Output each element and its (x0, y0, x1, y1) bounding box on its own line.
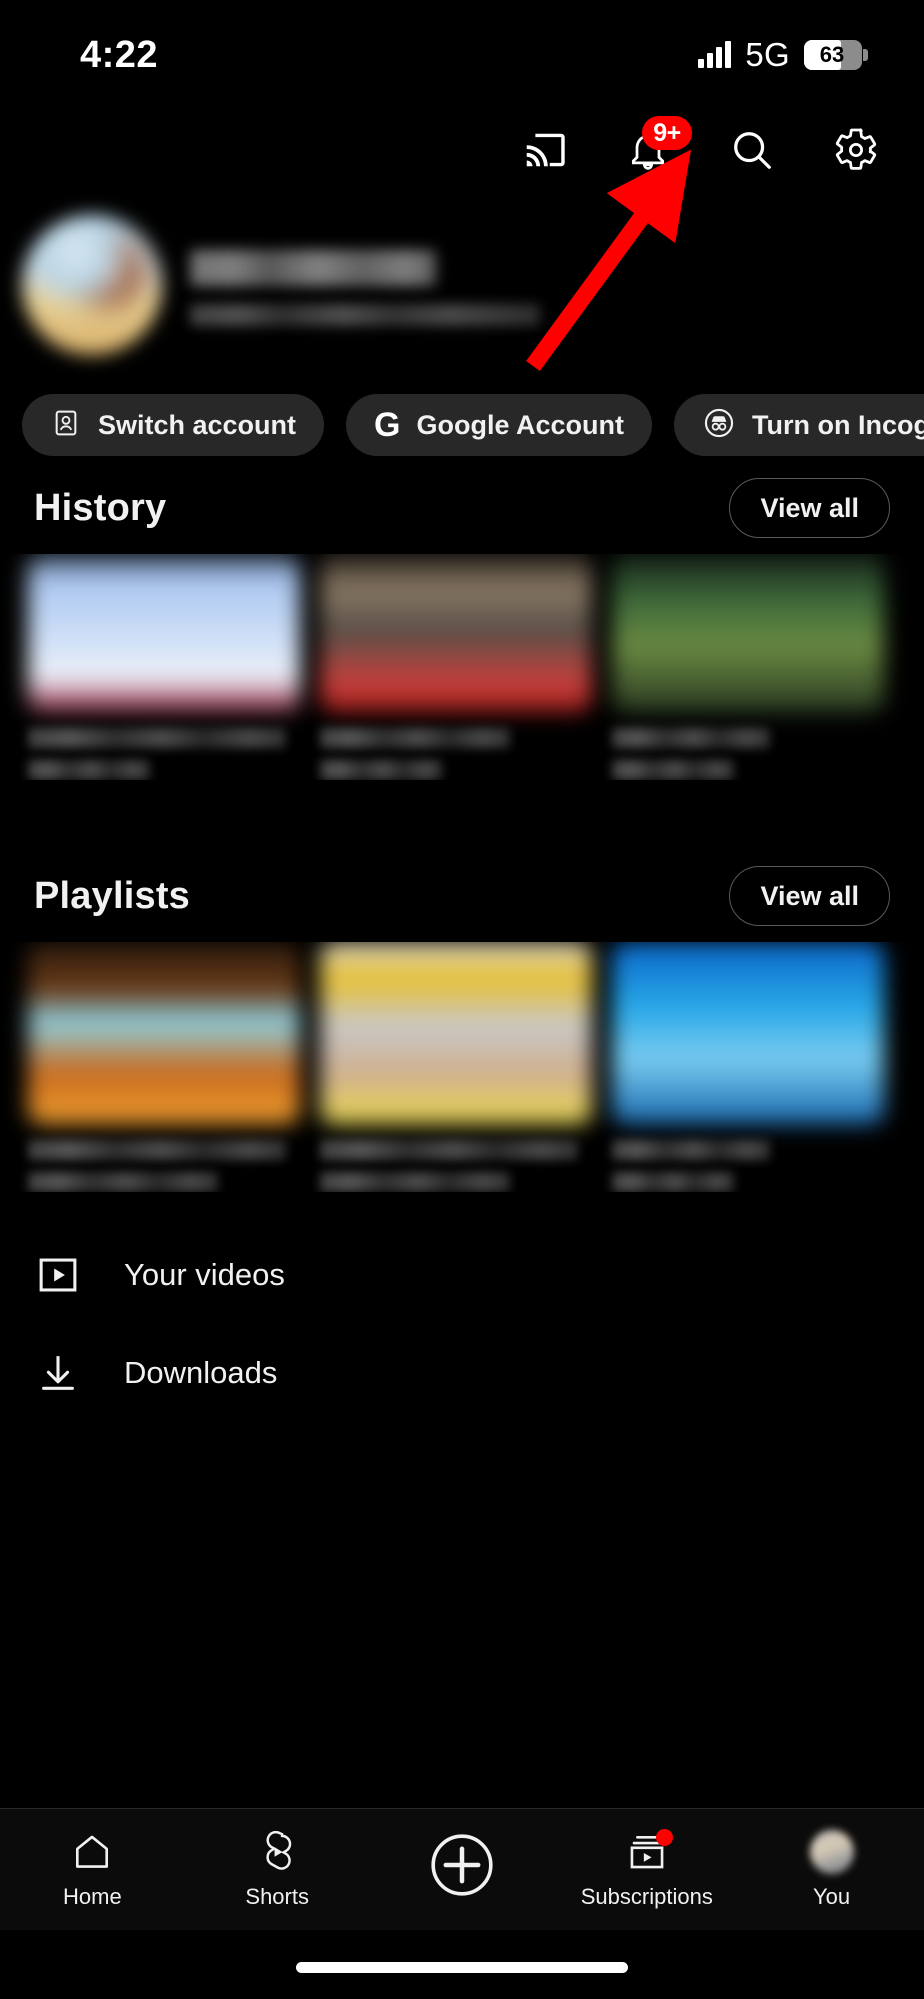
chip-label: Google Account (416, 409, 624, 440)
profile-name (190, 250, 436, 286)
nav-label: Shorts (245, 1884, 309, 1909)
account-chips-row: Switch account G Google Account Turn on … (0, 366, 924, 462)
list-item-label: Downloads (124, 1355, 278, 1390)
chip-switch-account[interactable]: Switch account (22, 394, 325, 456)
status-bar-indicators: 5G 63 (698, 36, 868, 74)
history-card[interactable] (28, 554, 300, 780)
download-arrow-icon (34, 1349, 82, 1397)
playlist-count-line (612, 1172, 735, 1192)
playlist-meta (320, 1124, 592, 1192)
chip-turn-on-incognito[interactable]: Turn on Incognito (673, 394, 924, 456)
app-header: 9+ (0, 110, 924, 190)
home-indicator (296, 1962, 628, 1973)
history-card[interactable] (320, 554, 592, 780)
playlist-card[interactable] (612, 942, 884, 1192)
nav-item-you[interactable]: You (739, 1829, 924, 1910)
nav-label: Home (63, 1884, 122, 1909)
list-item-downloads[interactable]: Downloads (34, 1324, 924, 1422)
playlist-title-line (28, 1140, 287, 1160)
playlists-section-header: Playlists View all (0, 850, 924, 942)
playlist-thumbnail[interactable] (320, 942, 592, 1124)
nav-item-shorts[interactable]: Shorts (185, 1829, 370, 1910)
subscriptions-icon (626, 1829, 673, 1875)
history-shelf[interactable] (0, 554, 924, 780)
video-thumbnail[interactable] (612, 554, 884, 712)
playlists-shelf[interactable] (0, 942, 924, 1192)
status-bar: 4:22 5G 63 (0, 0, 924, 110)
chip-label: Turn on Incognito (751, 409, 924, 440)
playlist-count-line (320, 1172, 511, 1192)
status-bar-time: 4:22 (80, 33, 159, 76)
library-rows: Your videos Downloads (0, 1192, 924, 1422)
list-item-your-videos[interactable]: Your videos (34, 1226, 924, 1324)
history-card[interactable] (612, 554, 884, 780)
history-section-header: History View all (0, 462, 924, 554)
chip-google-account[interactable]: G Google Account (346, 394, 652, 456)
playlist-thumbnail[interactable] (28, 942, 300, 1124)
playlist-meta (612, 1124, 884, 1192)
cast-icon[interactable] (520, 126, 568, 174)
video-meta (28, 712, 300, 780)
profile-header[interactable] (0, 190, 924, 366)
video-play-box-icon (34, 1251, 82, 1299)
history-title: History (34, 486, 167, 529)
battery-percent-label: 63 (819, 42, 845, 67)
nav-label: Subscriptions (580, 1884, 713, 1909)
google-g-icon: G (374, 406, 401, 444)
playlist-title-line (320, 1140, 579, 1160)
profile-text (190, 244, 540, 326)
switch-account-icon (50, 407, 82, 444)
video-channel-line (612, 760, 735, 780)
nav-item-create[interactable] (370, 1829, 555, 1910)
video-channel-line (28, 760, 151, 780)
nav-label: You (813, 1884, 851, 1909)
video-meta (320, 712, 592, 780)
search-icon[interactable] (728, 126, 776, 174)
create-plus-icon (426, 1829, 498, 1901)
playlists-view-all-button[interactable]: View all (729, 866, 890, 926)
gear-icon[interactable] (832, 126, 880, 174)
playlist-title-line (612, 1140, 770, 1160)
profile-handle (190, 304, 540, 326)
playlists-title: Playlists (34, 874, 191, 917)
video-channel-line (320, 760, 443, 780)
video-title-line (612, 728, 770, 748)
chip-label: Switch account (98, 409, 297, 440)
network-type-label: 5G (745, 36, 790, 73)
history-view-all-button[interactable]: View all (729, 478, 890, 538)
nav-item-subscriptions[interactable]: Subscriptions (554, 1829, 739, 1910)
notifications-bell-icon[interactable]: 9+ (624, 116, 692, 174)
nav-item-home[interactable]: Home (0, 1829, 185, 1910)
video-thumbnail[interactable] (320, 554, 592, 712)
bottom-navigation-bar: Home Shorts Subscriptions You (0, 1808, 924, 1930)
battery-icon: 63 (804, 40, 868, 70)
incognito-icon (702, 406, 736, 445)
cellular-signal-icon (698, 41, 732, 68)
playlist-count-line (28, 1172, 219, 1192)
video-title-line (320, 728, 511, 748)
playlist-thumbnail[interactable] (612, 942, 884, 1124)
playlist-card[interactable] (320, 942, 592, 1192)
home-icon (71, 1829, 113, 1875)
account-avatar-icon (809, 1829, 854, 1875)
playlist-meta (28, 1124, 300, 1192)
video-thumbnail[interactable] (28, 554, 300, 712)
subscriptions-badge-dot (655, 1829, 673, 1846)
video-meta (612, 712, 884, 780)
avatar[interactable] (22, 215, 162, 355)
playlist-card[interactable] (28, 942, 300, 1192)
notifications-badge: 9+ (642, 116, 692, 150)
list-item-label: Your videos (124, 1257, 285, 1292)
shorts-icon (256, 1829, 298, 1875)
video-title-line (28, 728, 287, 748)
